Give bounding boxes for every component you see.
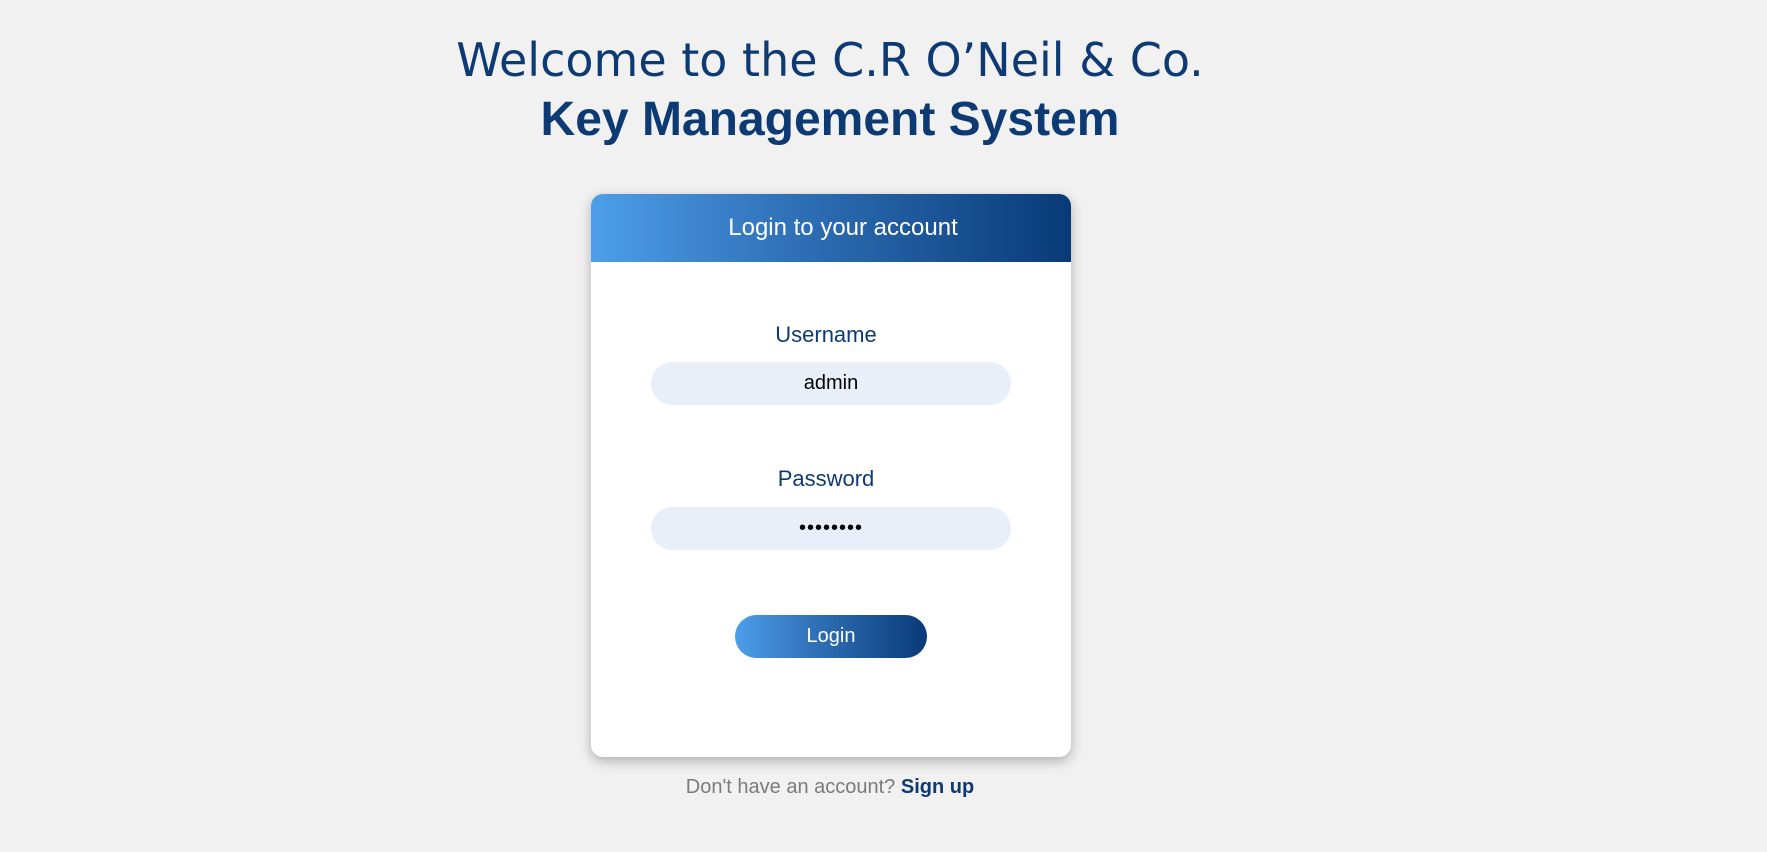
username-label: Username [775,322,877,347]
login-card: Login to your account Username Password … [591,194,1071,757]
system-title: Key Management System [540,93,1120,146]
password-input[interactable] [651,507,1011,550]
login-button[interactable]: Login [735,615,927,658]
password-label: Password [777,466,875,491]
signup-link[interactable]: Sign up [901,776,974,798]
page-header: Welcome to the C.R O’Neil & Co. Key Mana… [0,30,1660,152]
welcome-heading: Welcome to the C.R O’Neil & Co. [456,33,1204,87]
signup-prompt-text: Don't have an account? [685,776,896,798]
login-card-header: Login to your account [591,194,1071,262]
username-input[interactable] [651,362,1011,405]
signup-prompt: Don't have an account? Sign up [0,776,1660,799]
